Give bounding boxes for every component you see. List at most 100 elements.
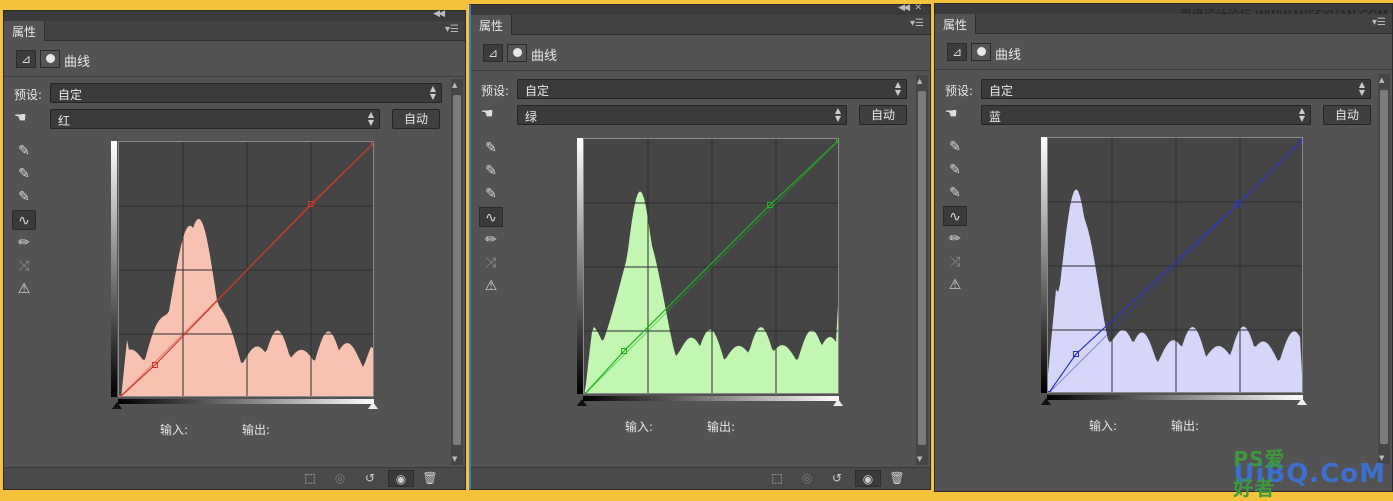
curves-adjustment-icon[interactable]: ⊿ [483, 44, 503, 62]
channel-row: ☚ 红 ▲ ▼ 自动 [4, 109, 449, 131]
curves-adjustment-icon[interactable]: ⊿ [16, 50, 36, 68]
curve-control-point [1048, 391, 1051, 392]
panel-menu-icon[interactable]: ▾☰ [1372, 17, 1386, 28]
collapse-icon[interactable]: ◀◀ [898, 3, 910, 13]
scrollbar[interactable]: ▲ ▼ [451, 79, 463, 465]
curve-graph[interactable] [1047, 137, 1303, 393]
targeted-adjustment-hand-icon[interactable]: ☚ [14, 110, 27, 126]
visibility-eye-icon[interactable]: ◉ [388, 470, 414, 487]
preset-label: 预设: [481, 84, 510, 98]
delete-trash-icon[interactable]: 🗑 [887, 470, 907, 487]
preset-select[interactable]: 自定 ▲ ▼ [50, 83, 442, 103]
preset-value: 自定 [989, 84, 1014, 98]
reset-icon[interactable]: ↺ [360, 470, 380, 487]
channel-select[interactable]: 绿 ▲ ▼ [517, 105, 847, 125]
auto-button[interactable]: 自动 [1323, 105, 1371, 125]
scroll-down-icon[interactable]: ▼ [452, 455, 457, 463]
smooth-curve-icon[interactable]: ⤨ [943, 252, 967, 272]
tab-bar: 属性 ▾☰ [471, 15, 930, 35]
reset-icon[interactable]: ↺ [827, 470, 847, 487]
panel-menu-icon[interactable]: ▾☰ [445, 24, 459, 35]
panel-title: 曲线 [995, 48, 1022, 63]
black-point-slider[interactable] [577, 399, 587, 406]
clipping-warning-icon[interactable]: ⚠ [12, 279, 36, 299]
curve-control-point [119, 395, 122, 396]
scroll-thumb[interactable] [1380, 90, 1388, 444]
tab-properties[interactable]: 属性 [471, 15, 513, 35]
white-point-slider[interactable] [368, 402, 378, 409]
panel-top-strip: ◀◀ ✕ [471, 3, 930, 15]
pencil-draw-icon[interactable]: ✏ [943, 229, 967, 249]
curve-tools: ✎ ✎ ✎ ∿ ✏ ⤨ ⚠ [12, 141, 38, 302]
black-point-slider[interactable] [1041, 398, 1051, 405]
edit-points-curve-icon[interactable]: ∿ [479, 207, 503, 227]
clipping-warning-icon[interactable]: ⚠ [943, 275, 967, 295]
black-point-eyedropper-icon[interactable]: ✎ [479, 138, 503, 158]
preset-row: 预设: 自定 ▲ ▼ [4, 83, 449, 105]
preset-select[interactable]: 自定 ▲ ▼ [981, 79, 1371, 99]
smooth-curve-icon[interactable]: ⤨ [479, 253, 503, 273]
black-point-eyedropper-icon[interactable]: ✎ [943, 137, 967, 157]
targeted-adjustment-hand-icon[interactable]: ☚ [481, 106, 494, 122]
channel-select[interactable]: 蓝 ▲ ▼ [981, 105, 1311, 125]
white-point-slider[interactable] [833, 399, 843, 406]
scroll-down-icon[interactable]: ▼ [917, 455, 922, 463]
gray-point-eyedropper-icon[interactable]: ✎ [479, 161, 503, 181]
scroll-up-icon[interactable]: ▲ [452, 81, 457, 89]
white-point-eyedropper-icon[interactable]: ✎ [479, 184, 503, 204]
targeted-adjustment-hand-icon[interactable]: ☚ [945, 106, 958, 122]
black-point-eyedropper-icon[interactable]: ✎ [12, 141, 36, 161]
scrollbar[interactable]: ▲ ▼ [1378, 74, 1390, 464]
scroll-thumb[interactable] [453, 95, 461, 445]
scrollbar[interactable]: ▲ ▼ [916, 75, 928, 465]
close-icon[interactable]: ✕ [914, 3, 922, 13]
curves-adjustment-icon[interactable]: ⊿ [947, 43, 967, 61]
edit-points-curve-icon[interactable]: ∿ [943, 206, 967, 226]
preset-select[interactable]: 自定 ▲ ▼ [517, 79, 907, 99]
clip-to-layer-icon[interactable]: ⬚ [300, 470, 320, 487]
scroll-thumb[interactable] [918, 91, 926, 445]
auto-button[interactable]: 自动 [392, 109, 440, 129]
scroll-up-icon[interactable]: ▲ [917, 77, 922, 85]
curve-tools: ✎ ✎ ✎ ∿ ✏ ⤨ ⚠ [479, 138, 505, 299]
tab-properties[interactable]: 属性 [935, 14, 977, 34]
gray-point-eyedropper-icon[interactable]: ✎ [943, 160, 967, 180]
collapse-icon[interactable]: ◀◀ [433, 9, 445, 19]
input-label: 输入: [1089, 419, 1118, 433]
white-point-eyedropper-icon[interactable]: ✎ [943, 183, 967, 203]
white-point-eyedropper-icon[interactable]: ✎ [12, 187, 36, 207]
select-arrows-icon: ▲ ▼ [429, 84, 436, 101]
auto-button[interactable]: 自动 [859, 105, 907, 125]
clipping-warning-icon[interactable]: ⚠ [479, 276, 503, 296]
output-label: 输出: [707, 420, 736, 434]
channel-row: ☚ 蓝 ▲ ▼ 自动 [935, 105, 1376, 127]
white-point-slider[interactable] [1297, 398, 1307, 405]
clip-to-layer-icon[interactable]: ⬚ [767, 470, 787, 487]
delete-trash-icon[interactable]: 🗑 [420, 470, 440, 487]
panel-menu-icon[interactable]: ▾☰ [910, 18, 924, 29]
input-label: 输入: [625, 420, 654, 434]
pencil-draw-icon[interactable]: ✏ [479, 230, 503, 250]
scroll-up-icon[interactable]: ▲ [1379, 76, 1384, 84]
view-previous-state-icon[interactable]: ◎ [797, 470, 817, 487]
channel-select[interactable]: 红 ▲ ▼ [50, 109, 380, 129]
pencil-draw-icon[interactable]: ✏ [12, 233, 36, 253]
channel-value: 绿 [525, 110, 538, 124]
panel-title: 曲线 [64, 55, 91, 70]
visibility-eye-icon[interactable]: ◉ [855, 470, 881, 487]
select-arrows-icon: ▲ ▼ [367, 110, 374, 127]
gray-point-eyedropper-icon[interactable]: ✎ [12, 164, 36, 184]
smooth-curve-icon[interactable]: ⤨ [12, 256, 36, 276]
view-previous-state-icon[interactable]: ◎ [330, 470, 350, 487]
preset-value: 自定 [525, 84, 550, 98]
layer-mask-icon[interactable] [40, 50, 60, 68]
layer-mask-icon[interactable] [507, 44, 527, 62]
channel-value: 蓝 [989, 110, 1002, 124]
edit-points-curve-icon[interactable]: ∿ [12, 210, 36, 230]
black-point-slider[interactable] [112, 402, 122, 409]
layer-mask-icon[interactable] [971, 43, 991, 61]
curve-graph[interactable] [118, 141, 374, 397]
tab-properties[interactable]: 属性 [4, 21, 46, 41]
curve-graph[interactable] [583, 138, 839, 394]
watermark-bottom: PS爱好者 UiBQ.CoM [1233, 447, 1386, 500]
